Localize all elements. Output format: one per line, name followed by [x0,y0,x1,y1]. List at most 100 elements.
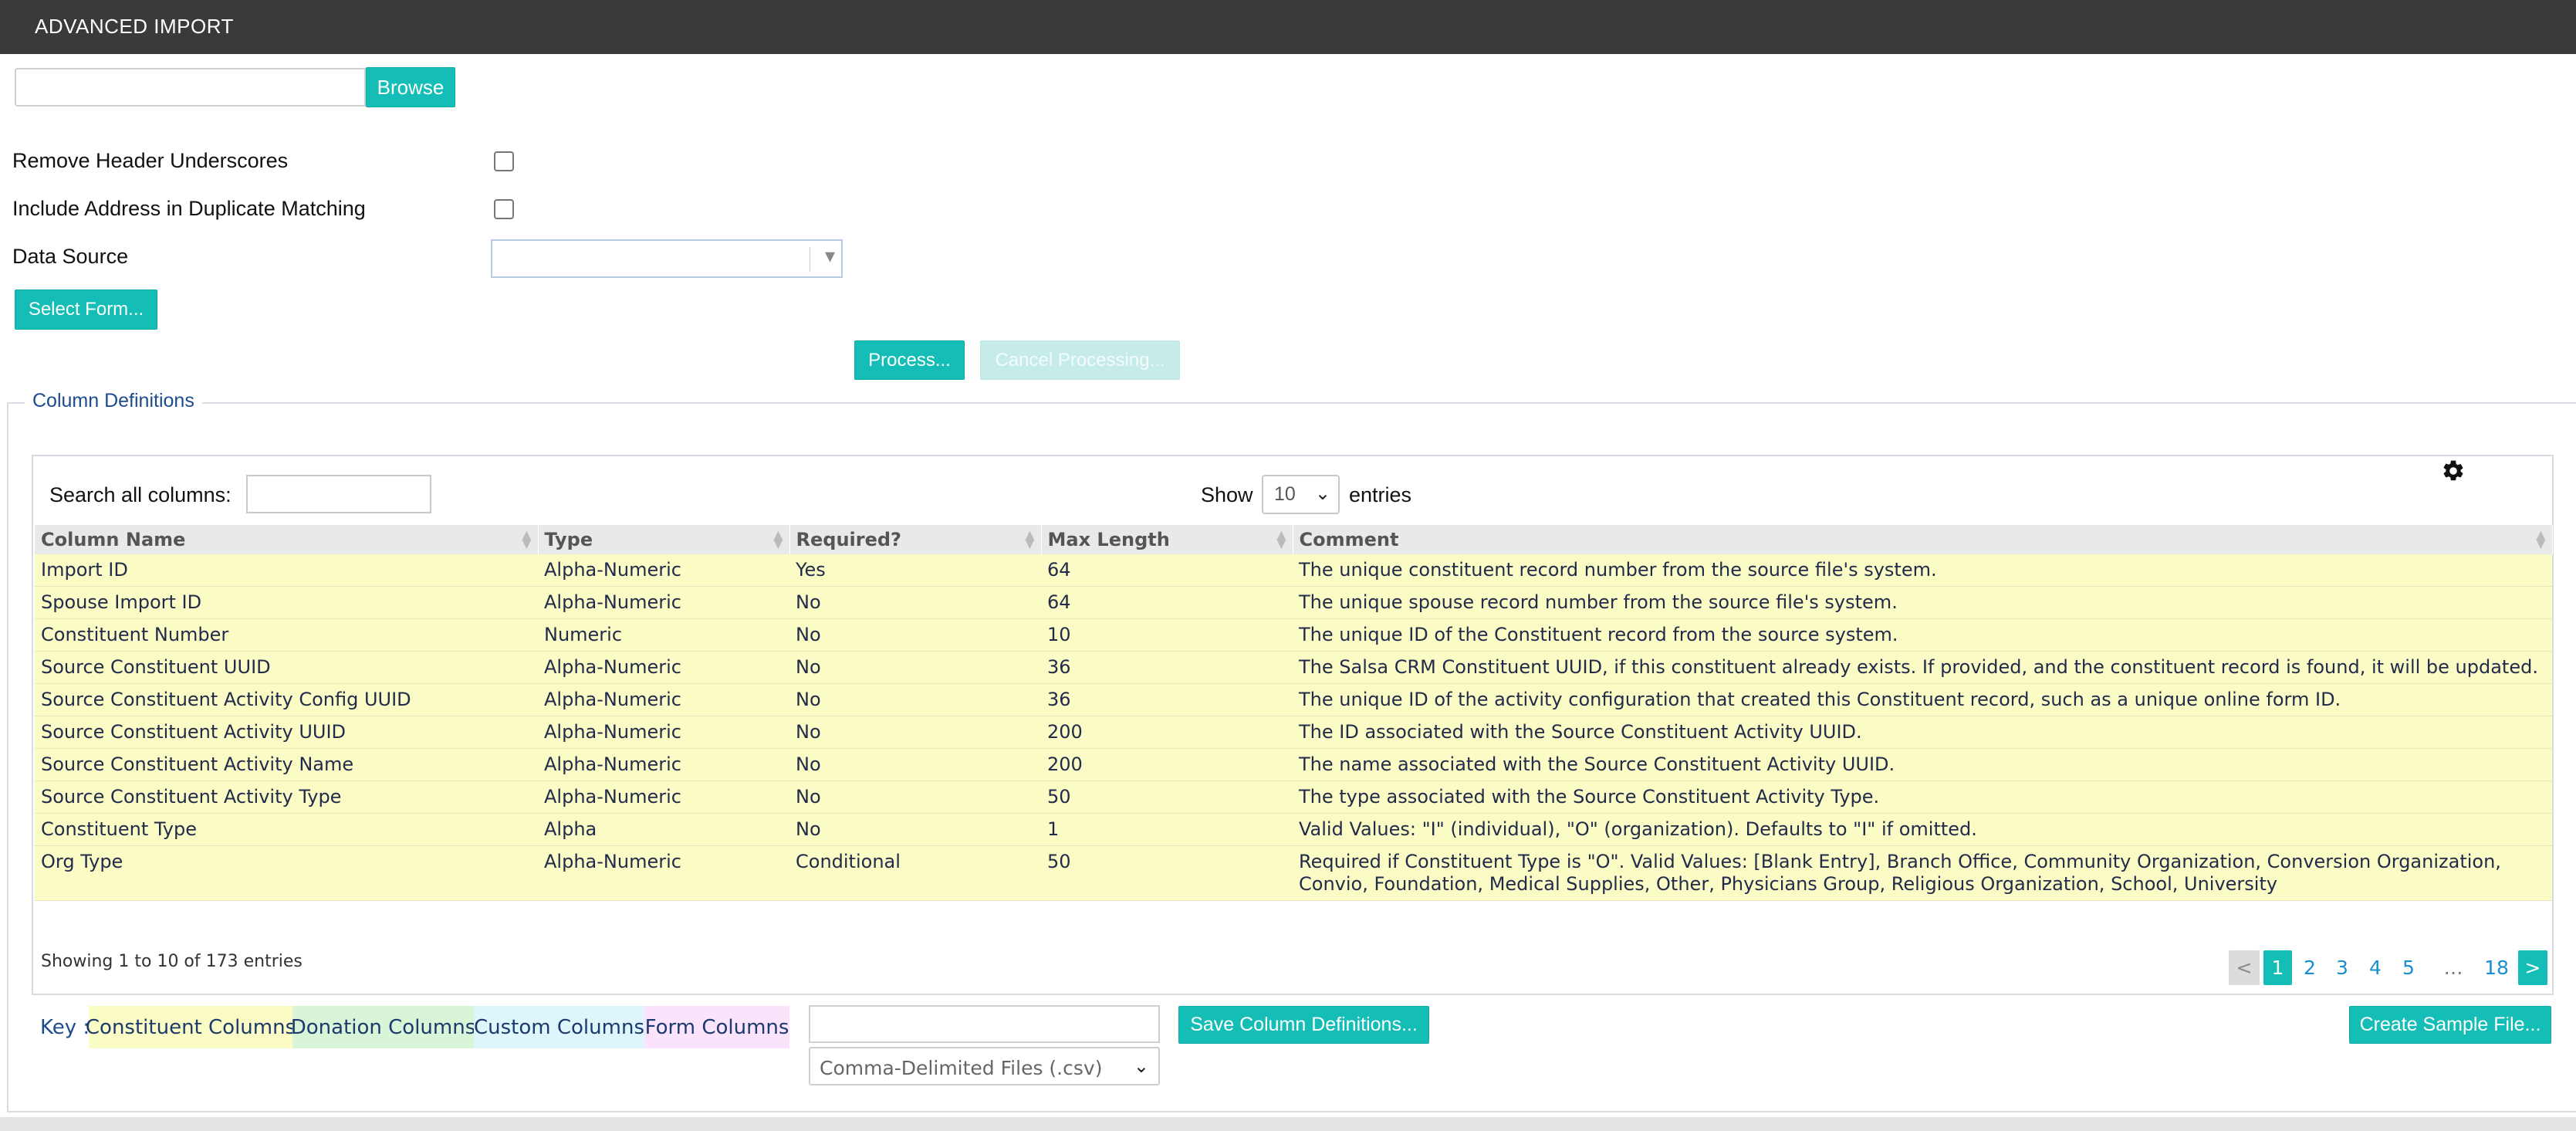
sort-icon: ▲ ▼ [1276,527,1286,550]
column-header[interactable]: Type ▲ ▼ [538,525,790,554]
search-label: Search all columns: [49,483,232,506]
table-header: Column Name ▲ ▼ Type ▲ ▼ Required? ▲ ▼ Max Length… [35,525,2553,554]
key-donation-columns: Donation Columns [291,1006,475,1048]
pagination-page[interactable]: 5 [2395,950,2422,985]
include-address-checkbox[interactable] [494,199,514,219]
table-cell: The Salsa CRM Constituent UUID, if this … [1293,651,2552,684]
table-cell: Required if Constituent Type is "O". Val… [1293,845,2552,901]
column-header[interactable]: Column Name ▲ ▼ [35,525,539,554]
dropdown-arrow-icon: ▾ [824,244,835,267]
table-cell: Alpha [538,813,789,846]
table-cell: The name associated with the Source Cons… [1293,748,2552,781]
gear-icon[interactable] [2441,459,2466,483]
table-cell: Conditional [789,845,1041,901]
column-header-label: Column Name [41,529,186,550]
pagination-page[interactable]: 4 [2362,950,2388,985]
table-cell: 64 [1041,554,1293,587]
table-row[interactable]: Source Constituent Activity Name Alpha-Nu… [35,748,2552,781]
table-cell: The type associated with the Source Cons… [1293,781,2552,814]
table-cell: Numeric [538,618,789,652]
save-column-definitions-button[interactable]: Save Column Definitions... [1178,1006,1429,1044]
data-source-select[interactable]: ▾ [491,239,843,278]
key-label: Key : [40,1016,90,1039]
table-cell: The unique ID of the activity configurat… [1293,683,2552,716]
data-source-label: Data Source [12,245,129,268]
pagination-page-current[interactable]: 1 [2263,950,2292,985]
pagination-page[interactable]: 3 [2329,950,2355,985]
table-header-row: Column Name ▲ ▼ Type ▲ ▼ Required? ▲ ▼ Max Length… [35,525,2553,554]
file-type-select[interactable]: Comma-Delimited Files (.csv) ⌄ [809,1047,1160,1085]
column-header[interactable]: Max Length ▲ ▼ [1041,525,1293,554]
search-input[interactable] [246,475,431,513]
key-form-columns: Form Columns [644,1006,789,1048]
table-cell: The unique spouse record number from the… [1293,586,2552,619]
column-header[interactable]: Required? ▲ ▼ [789,525,1042,554]
table-cell: Alpha-Numeric [538,716,789,749]
table-row[interactable]: Import ID Alpha-Numeric Yes 64 The unique co… [35,554,2552,587]
remove-header-underscores-checkbox[interactable] [494,151,514,171]
table-row[interactable]: Spouse Import ID Alpha-Numeric No 64 The uni… [35,586,2552,619]
browse-button[interactable]: Browse [366,67,455,107]
export-filename-input[interactable] [809,1005,1160,1043]
entries-label: entries [1349,483,1412,506]
table-cell: Source Constituent Activity Name [35,748,538,781]
table-cell: No [789,716,1041,749]
table-row[interactable]: Constituent Type Alpha No 1 Valid Values: "I… [35,813,2552,846]
table-cell: 50 [1041,781,1293,814]
table-cell: No [789,651,1041,684]
table-cell: Yes [789,554,1041,587]
table-cell: Alpha-Numeric [538,586,789,619]
title-bar: ADVANCED IMPORT [0,0,2576,54]
entries-value: 10 [1274,483,1296,505]
column-definitions-legend: Column Definitions [25,390,202,412]
pagination-next-button[interactable]: > [2518,950,2547,985]
table-row[interactable]: Source Constituent Activity Config UUID A… [35,683,2552,716]
table-cell: No [789,781,1041,814]
chevron-down-icon: ⌄ [1314,483,1330,504]
table-cell: Constituent Type [35,813,538,846]
include-address-label: Include Address in Duplicate Matching [12,197,366,220]
sort-icon: ▲ ▼ [2536,527,2546,550]
table-cell: No [789,813,1041,846]
entries-per-page-select[interactable]: 10 ⌄ [1262,475,1340,514]
table-cell: Source Constituent Activity UUID [35,716,538,749]
table-cell: Valid Values: "I" (individual), "O" (org… [1293,813,2552,846]
pagination-page[interactable]: 2 [2297,950,2323,985]
select-form-button[interactable]: Select Form... [15,290,157,330]
table-cell: Source Constituent Activity Config UUID [35,683,538,716]
table-cell: 200 [1041,716,1293,749]
table-cell: Alpha-Numeric [538,651,789,684]
show-label: Show [1201,483,1253,506]
column-header-label: Required? [796,529,901,550]
key-constituent-columns: Constituent Columns [86,1006,296,1048]
column-header[interactable]: Comment ▲ ▼ [1293,525,2553,554]
table-cell: Alpha-Numeric [538,683,789,716]
column-definitions-table: Column Name ▲ ▼ Type ▲ ▼ Required? ▲ ▼ Max Length… [35,525,2553,901]
create-sample-file-button[interactable]: Create Sample File... [2349,1006,2551,1044]
file-path-input[interactable] [15,68,366,107]
table-cell: 10 [1041,618,1293,652]
window-title: ADVANCED IMPORT [35,15,234,38]
table-cell: Constituent Number [35,618,538,652]
sort-icon: ▲ ▼ [773,527,783,550]
table-cell: Import ID [35,554,538,587]
process-button[interactable]: Process... [854,340,965,380]
table-row[interactable]: Constituent Number Numeric No 10 The unique … [35,618,2552,652]
table-cell: The unique ID of the Constituent record … [1293,618,2552,652]
table-cell: The ID associated with the Source Consti… [1293,716,2552,749]
table-row[interactable]: Org Type Alpha-Numeric Conditional 50 Requir… [35,845,2552,901]
table-row[interactable]: Source Constituent Activity UUID Alpha-Nu… [35,716,2552,749]
table-row[interactable]: Source Constituent UUID Alpha-Numeric No 36… [35,651,2552,684]
table-row[interactable]: Source Constituent Activity Type Alpha-Nu… [35,781,2552,814]
table-cell: Alpha-Numeric [538,554,789,587]
table-cell: No [789,618,1041,652]
table-info: Showing 1 to 10 of 173 entries [41,952,303,971]
table-body: Import ID Alpha-Numeric Yes 64 The unique co… [35,554,2552,901]
pagination-page-last[interactable]: 18 [2479,950,2514,985]
bottom-scrollbar[interactable] [0,1117,2576,1131]
table-cell: Alpha-Numeric [538,748,789,781]
table-cell: Source Constituent Activity Type [35,781,538,814]
table-cell: 200 [1041,748,1293,781]
table-cell: Alpha-Numeric [538,845,789,901]
pagination-prev-button[interactable]: < [2229,950,2260,985]
